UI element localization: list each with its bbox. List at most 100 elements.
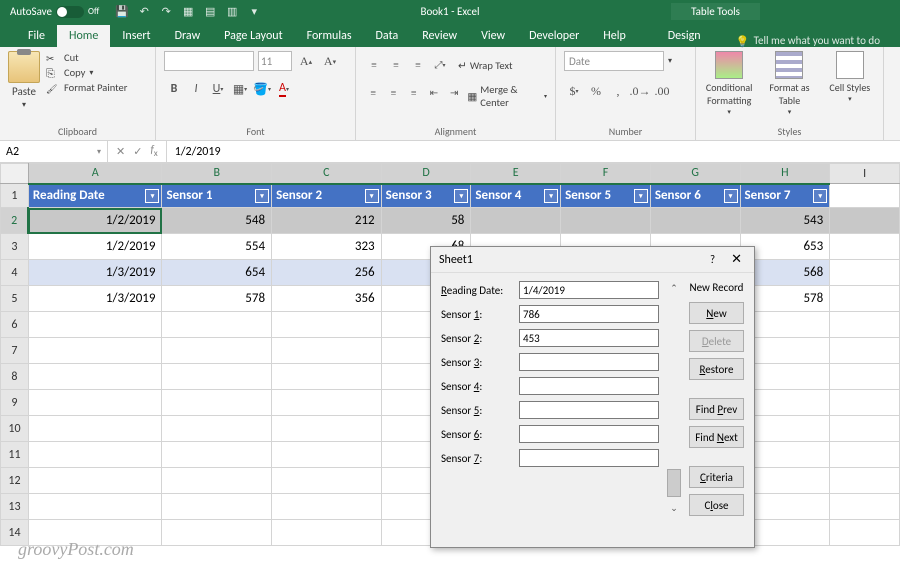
find-next-button[interactable]: Find Next [689,426,744,448]
paste-button[interactable]: Paste ▾ [8,51,40,123]
cell[interactable] [28,442,162,468]
cell[interactable]: 578 [162,286,272,312]
conditional-formatting-button[interactable]: Conditional Formatting▾ [704,51,754,116]
row-header-6[interactable]: 6 [1,312,29,338]
enter-formula-icon[interactable]: ✓ [133,145,142,158]
cell[interactable]: 1/3/2019 [28,286,162,312]
qat-icon-2[interactable]: ▤ [203,5,217,19]
wrap-text-button[interactable]: ↵Wrap Text [458,55,513,75]
cell[interactable]: 654 [162,260,272,286]
increase-decimal-button[interactable]: .0→ [630,81,650,101]
cell[interactable] [28,312,162,338]
orientation-button[interactable]: ⤢▾ [430,55,450,75]
filter-dropdown-icon[interactable]: ▾ [724,189,738,203]
close-button[interactable]: Close [689,494,744,516]
column-header-I[interactable]: I [830,164,900,184]
new-button[interactable]: New [689,302,744,324]
cell[interactable] [830,390,900,416]
cell[interactable]: 1/2/2019 [28,234,162,260]
accounting-button[interactable]: $ ▾ [564,81,584,101]
column-header-E[interactable]: E [471,164,561,184]
table-header-cell[interactable]: Reading Date▾ [28,184,162,208]
row-header-2[interactable]: 2 [1,208,29,234]
field-input-4[interactable] [519,377,659,395]
field-input-3[interactable] [519,353,659,371]
cell[interactable]: 554 [162,234,272,260]
cell-styles-button[interactable]: Cell Styles▾ [825,51,875,116]
cell[interactable] [28,338,162,364]
increase-font-button[interactable]: A▴ [296,51,316,71]
cell[interactable] [830,494,900,520]
filter-dropdown-icon[interactable]: ▾ [634,189,648,203]
copy-button[interactable]: Copy ▾ [46,66,127,79]
filter-dropdown-icon[interactable]: ▾ [145,189,159,203]
column-header-G[interactable]: G [650,164,740,184]
cell[interactable] [830,338,900,364]
number-format-select[interactable] [564,51,664,71]
filter-dropdown-icon[interactable]: ▾ [813,189,827,203]
fill-color-button[interactable]: 🪣▾ [252,79,272,99]
cell[interactable] [830,468,900,494]
save-icon[interactable]: 💾 [115,5,129,19]
cell[interactable] [28,468,162,494]
align-center-button[interactable]: ≡ [384,83,402,103]
filter-dropdown-icon[interactable]: ▾ [255,189,269,203]
qat-icon-1[interactable]: ▦ [181,5,195,19]
table-header-cell[interactable]: Sensor 3▾ [381,184,471,208]
column-header-B[interactable]: B [162,164,272,184]
tab-draw[interactable]: Draw [163,25,213,47]
tab-pagelayout[interactable]: Page Layout [212,25,294,47]
row-header-7[interactable]: 7 [1,338,29,364]
help-icon[interactable]: ? [710,253,715,266]
cell[interactable] [162,442,272,468]
cell[interactable] [272,468,382,494]
cell[interactable] [272,494,382,520]
tab-design[interactable]: Design [656,25,713,47]
row-header-12[interactable]: 12 [1,468,29,494]
format-as-table-button[interactable]: Format as Table▾ [764,51,814,116]
column-header-C[interactable]: C [272,164,382,184]
cell[interactable] [162,520,272,546]
autosave-toggle[interactable]: AutoSave Off [10,5,99,18]
cancel-formula-icon[interactable]: ✕ [116,145,125,158]
tab-insert[interactable]: Insert [110,25,162,47]
record-scrollbar[interactable]: ⌃ ⌄ [667,281,681,516]
table-header-cell[interactable]: Sensor 4▾ [471,184,561,208]
field-input-1[interactable] [519,305,659,323]
cell[interactable]: 1/3/2019 [28,260,162,286]
cell[interactable] [162,416,272,442]
cell[interactable]: 256 [272,260,382,286]
cell[interactable]: 212 [272,208,382,234]
cell[interactable] [830,416,900,442]
cell[interactable]: 356 [272,286,382,312]
border-button[interactable]: ▦▾ [230,79,250,99]
find-prev-button[interactable]: Find Prev [689,398,744,420]
cell[interactable] [272,390,382,416]
tab-home[interactable]: Home [57,25,110,47]
scroll-up-icon[interactable]: ⌃ [670,283,678,294]
column-header-H[interactable]: H [740,164,830,184]
scroll-down-icon[interactable]: ⌄ [670,503,678,514]
underline-button[interactable]: U ▾ [208,79,228,99]
column-header-F[interactable]: F [561,164,651,184]
font-color-button[interactable]: A▾ [274,79,294,99]
cell[interactable] [272,338,382,364]
cell[interactable] [272,416,382,442]
row-header-3[interactable]: 3 [1,234,29,260]
row-header-4[interactable]: 4 [1,260,29,286]
filter-dropdown-icon[interactable]: ▾ [365,189,379,203]
close-icon[interactable]: ✕ [727,252,746,267]
cell[interactable]: 58 [381,208,471,234]
row-header-11[interactable]: 11 [1,442,29,468]
tab-review[interactable]: Review [410,25,469,47]
decrease-decimal-button[interactable]: .00 [652,81,672,101]
cell[interactable] [28,390,162,416]
delete-button[interactable]: Delete [689,330,744,352]
undo-icon[interactable]: ↶ [137,5,151,19]
cell[interactable]: 323 [272,234,382,260]
column-header-D[interactable]: D [381,164,471,184]
table-header-cell[interactable]: Sensor 7▾ [740,184,830,208]
cell[interactable] [830,442,900,468]
table-header-cell[interactable]: Sensor 6▾ [650,184,740,208]
column-header-A[interactable]: A [28,164,162,184]
